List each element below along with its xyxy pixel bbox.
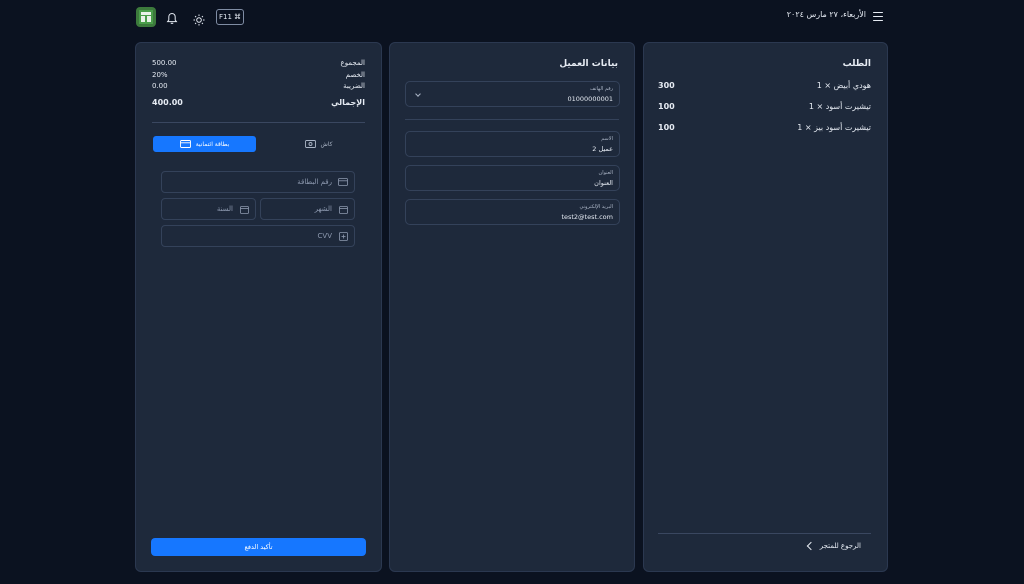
tax-value: 0.00 bbox=[152, 82, 168, 90]
calendar-icon bbox=[240, 205, 249, 216]
email-value: test2@test.com bbox=[561, 213, 613, 221]
chevron-down-icon bbox=[415, 91, 421, 97]
card-number-input[interactable]: رقم البطاقة bbox=[161, 171, 355, 193]
year-input[interactable]: السنة bbox=[161, 198, 256, 220]
phone-select[interactable]: رقم الهاتف 01000000001 bbox=[405, 81, 620, 107]
order-item-price: 100 bbox=[658, 123, 675, 132]
credit-card-icon bbox=[338, 178, 348, 188]
subtotal-row: المجموع 500.00 bbox=[152, 59, 365, 69]
sun-icon[interactable] bbox=[193, 11, 205, 26]
order-item-name: تيشيرت أسود × 1 bbox=[808, 102, 871, 111]
address-field[interactable]: العنوان العنوان bbox=[405, 165, 620, 191]
app-logo[interactable] bbox=[136, 7, 156, 27]
total-label: الإجمالي bbox=[331, 98, 365, 107]
order-item: تيشيرت أسود × 1 100 bbox=[658, 102, 871, 116]
credit-card-label: بطاقة ائتمانية bbox=[195, 140, 230, 148]
discount-row: الخصم 20% bbox=[152, 71, 365, 81]
top-bar: F11 ⌘ الأربعاء، ٢٧ مارس ٢٠٢٤ bbox=[0, 0, 1024, 36]
divider bbox=[152, 122, 365, 123]
discount-label: الخصم bbox=[345, 71, 365, 79]
cash-label: كاش bbox=[320, 140, 333, 148]
cvv-placeholder: CVV bbox=[317, 232, 332, 240]
address-label: العنوان bbox=[598, 170, 613, 176]
total-row: الإجمالي 400.00 bbox=[152, 98, 365, 108]
month-placeholder: الشهر bbox=[314, 205, 332, 213]
order-item-price: 300 bbox=[658, 81, 675, 90]
back-to-store-label: الرجوع للمتجر bbox=[819, 542, 861, 550]
cvv-input[interactable]: CVV bbox=[161, 225, 355, 247]
name-field[interactable]: الاسم عميل 2 bbox=[405, 131, 620, 157]
confirm-payment-label: تأكيد الدفع bbox=[244, 543, 273, 551]
calendar-icon bbox=[339, 205, 348, 216]
order-item: تيشيرت أسود بيز × 1 100 bbox=[658, 123, 871, 137]
name-label: الاسم bbox=[601, 136, 613, 142]
credit-card-tab[interactable]: بطاقة ائتمانية bbox=[153, 136, 256, 152]
card-number-placeholder: رقم البطاقة bbox=[297, 178, 332, 186]
cash-icon bbox=[304, 140, 316, 148]
order-panel: الطلب هودي أبيض × 1 300 تيشيرت أسود × 1 … bbox=[643, 42, 888, 572]
year-placeholder: السنة bbox=[216, 205, 233, 213]
back-to-store-link[interactable]: الرجوع للمتجر bbox=[806, 541, 861, 551]
order-item-name: تيشيرت أسود بيز × 1 bbox=[797, 123, 871, 132]
subtotal-label: المجموع bbox=[340, 59, 365, 67]
current-date: الأربعاء، ٢٧ مارس ٢٠٢٤ bbox=[786, 10, 866, 19]
subtotal-value: 500.00 bbox=[152, 59, 177, 67]
command-icon: ⌘ bbox=[233, 13, 241, 21]
email-field[interactable]: البريد الإلكتروني test2@test.com bbox=[405, 199, 620, 225]
phone-label: رقم الهاتف bbox=[589, 86, 613, 92]
fullscreen-shortcut-button[interactable]: F11 ⌘ bbox=[216, 9, 244, 25]
name-value: عميل 2 bbox=[592, 145, 613, 153]
discount-value: 20% bbox=[152, 71, 168, 79]
credit-card-icon bbox=[179, 140, 191, 148]
order-title: الطلب bbox=[842, 59, 871, 69]
customer-panel: بيانات العميل رقم الهاتف 01000000001 الا… bbox=[389, 42, 635, 572]
phone-value: 01000000001 bbox=[567, 95, 614, 103]
total-value: 400.00 bbox=[152, 98, 183, 107]
address-value: العنوان bbox=[594, 179, 613, 187]
tax-label: الضريبة bbox=[343, 82, 365, 90]
chevron-left-icon bbox=[806, 541, 815, 551]
bell-icon[interactable] bbox=[166, 10, 178, 24]
confirm-payment-button[interactable]: تأكيد الدفع bbox=[151, 538, 366, 556]
customer-title: بيانات العميل bbox=[559, 59, 618, 69]
tax-row: الضريبة 0.00 bbox=[152, 82, 365, 92]
lock-icon bbox=[339, 232, 348, 243]
order-item-price: 100 bbox=[658, 102, 675, 111]
order-item: هودي أبيض × 1 300 bbox=[658, 81, 871, 95]
month-input[interactable]: الشهر bbox=[260, 198, 355, 220]
cash-tab[interactable]: كاش bbox=[267, 136, 370, 152]
payment-panel: المجموع 500.00 الخصم 20% الضريبة 0.00 ال… bbox=[135, 42, 382, 572]
f11-label: F11 bbox=[219, 13, 232, 21]
email-label: البريد الإلكتروني bbox=[579, 204, 613, 210]
divider bbox=[405, 119, 619, 120]
order-item-name: هودي أبيض × 1 bbox=[816, 81, 871, 90]
menu-icon[interactable] bbox=[873, 12, 883, 21]
divider bbox=[658, 533, 871, 534]
